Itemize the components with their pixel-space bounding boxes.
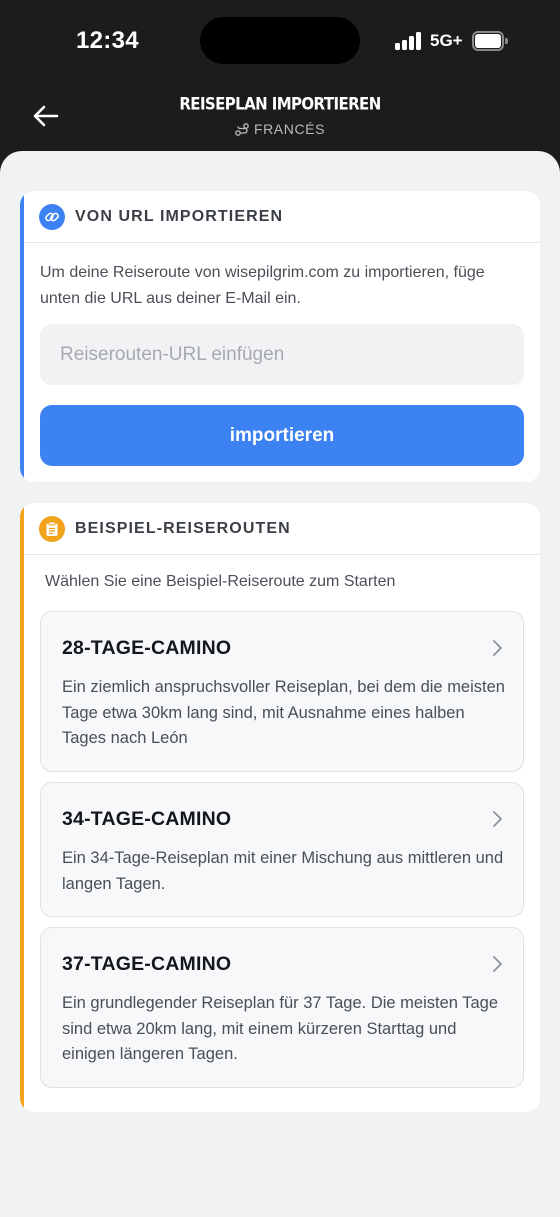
nav-bar: REISEPLAN IMPORTIEREN FRANCÉS bbox=[0, 84, 560, 154]
content-area: VON URL IMPORTIEREN Um deine Reiseroute … bbox=[0, 151, 560, 1217]
itinerary-title: 34-TAGE-CAMINO bbox=[62, 808, 232, 830]
battery-icon bbox=[472, 31, 508, 51]
import-button[interactable]: importieren bbox=[40, 405, 524, 466]
itinerary-description: Ein ziemlich anspruchsvoller Reiseplan, … bbox=[62, 678, 505, 747]
examples-card-accent bbox=[20, 503, 24, 1112]
examples-card: BEISPIEL-REISEROUTEN Wählen Sie eine Bei… bbox=[20, 503, 540, 1112]
network-label: 5G+ bbox=[430, 31, 463, 50]
itinerary-title: 37-TAGE-CAMINO bbox=[62, 953, 232, 975]
import-card-header: VON URL IMPORTIEREN bbox=[20, 191, 540, 243]
chevron-right-icon bbox=[493, 956, 502, 972]
status-time: 12:34 bbox=[76, 27, 139, 54]
import-card: VON URL IMPORTIEREN Um deine Reiseroute … bbox=[20, 191, 540, 482]
clipboard-icon bbox=[39, 515, 65, 542]
signal-icon bbox=[395, 32, 425, 50]
itinerary-description: Ein 34-Tage-Reiseplan mit einer Mischung… bbox=[62, 849, 504, 893]
import-description: Um deine Reiseroute von wisepilgrim.com … bbox=[40, 264, 485, 307]
route-subtitle: FRANCÉS bbox=[0, 121, 560, 137]
itinerary-option-37[interactable]: 37-TAGE-CAMINO Ein grundlegender Reisepl… bbox=[40, 927, 524, 1088]
chevron-right-icon bbox=[493, 811, 502, 827]
url-input[interactable] bbox=[40, 324, 524, 385]
examples-subtitle: Wählen Sie eine Beispiel-Reiseroute zum … bbox=[45, 573, 396, 590]
import-card-accent bbox=[20, 191, 24, 482]
chevron-right-icon bbox=[493, 640, 502, 656]
itinerary-option-34[interactable]: 34-TAGE-CAMINO Ein 34-Tage-Reiseplan mit… bbox=[40, 782, 524, 917]
page-title: REISEPLAN IMPORTIEREN bbox=[179, 93, 381, 115]
link-icon bbox=[39, 203, 65, 230]
status-bar: 12:34 5G+ bbox=[0, 0, 560, 84]
itinerary-option-28[interactable]: 28-TAGE-CAMINO Ein ziemlich anspruchsvol… bbox=[40, 611, 524, 772]
route-name: FRANCÉS bbox=[253, 121, 326, 137]
examples-card-header: BEISPIEL-REISEROUTEN bbox=[20, 503, 540, 555]
import-card-title: VON URL IMPORTIEREN bbox=[75, 207, 284, 225]
examples-card-title: BEISPIEL-REISEROUTEN bbox=[75, 519, 291, 537]
itinerary-description: Ein grundlegender Reiseplan für 37 Tage.… bbox=[62, 994, 499, 1063]
dynamic-island bbox=[200, 17, 360, 64]
route-icon bbox=[235, 122, 249, 136]
itinerary-title: 28-TAGE-CAMINO bbox=[62, 637, 232, 659]
